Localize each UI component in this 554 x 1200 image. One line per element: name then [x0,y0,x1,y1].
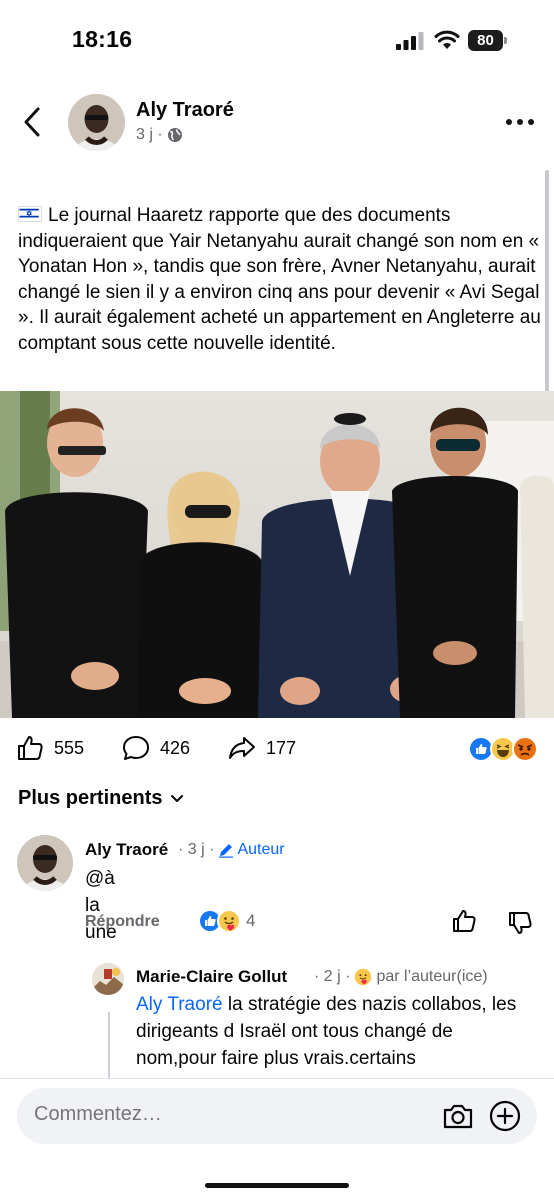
pencil-icon [219,844,234,858]
comment-time: · 3 j · [178,841,215,858]
more-options-icon[interactable] [505,117,535,127]
reply-thread-line [108,1012,110,1082]
commenter-name[interactable]: Aly Traoré [85,840,168,860]
comment-reactions[interactable]: 4 [198,909,255,933]
care-reaction-icon [217,909,241,933]
replier-name[interactable]: Marie-Claire Gollut [136,967,287,987]
author-avatar[interactable] [68,94,125,151]
comment-text: @à la une [85,868,117,943]
comment-button[interactable]: 426 [122,734,190,762]
reacted-by-author-label: par l’auteur(ice) [376,968,488,985]
comment-input[interactable] [34,1103,414,1126]
like-button[interactable]: 555 [16,734,84,762]
reply-meta: · 2 j · par l’auteur(ice) [314,968,488,986]
add-circle-icon[interactable] [489,1100,521,1132]
comment-count: 426 [160,737,191,758]
cellular-signal-icon [396,32,424,50]
camera-icon[interactable] [442,1101,474,1131]
post-time: 3 j · [136,126,163,143]
post-photo-image [0,391,554,718]
author-badge: Auteur [218,841,285,859]
thumbs-up-icon [18,736,43,760]
post-actions: 555 426 177 [0,728,554,772]
battery-icon: 80 [468,30,508,51]
share-count: 177 [266,737,297,758]
israel-flag-icon [18,206,42,222]
globe-icon [167,128,182,142]
post-text: Le journal Haaretz rapporte que des docu… [18,203,543,356]
status-bar: 18:16 80 [0,0,554,80]
replier-avatar[interactable] [92,963,124,995]
like-count: 555 [54,737,85,758]
comment-sort-dropdown[interactable]: Plus pertinents [18,787,184,810]
post-photo[interactable] [0,391,554,718]
post-body: Le journal Haaretz rapporte que des docu… [18,205,541,354]
comment-composer[interactable] [17,1088,537,1144]
author-badge-label: Auteur [237,841,285,858]
thumbs-up-icon[interactable] [451,908,477,934]
scrollbar[interactable] [545,170,549,400]
care-reaction-icon [355,968,372,986]
mention-link[interactable]: Aly Traoré [136,994,223,1015]
thumbs-down-icon[interactable] [507,910,533,936]
wifi-icon [434,30,460,49]
reply-text: Aly Traoré la stratégie des nazis collab… [136,991,536,1072]
share-button[interactable]: 177 [228,734,296,762]
angry-reaction-icon [512,736,538,762]
post-meta: 3 j · [136,126,183,144]
comment-bubble-icon [123,736,149,760]
reply-button[interactable]: Répondre [85,913,160,931]
post-header: Aly Traoré 3 j · [0,85,554,165]
share-arrow-icon [229,737,255,759]
status-time: 18:16 [72,26,133,52]
reply-time: · 2 j · [314,968,351,985]
chevron-down-icon [171,794,184,802]
battery-level: 80 [468,30,503,51]
comment-meta: · 3 j · Auteur [178,841,285,859]
back-arrow-icon[interactable] [20,105,46,139]
comment-reaction-count: 4 [246,911,256,930]
home-indicator [205,1183,349,1188]
author-name[interactable]: Aly Traoré [136,99,234,122]
commenter-avatar[interactable] [17,835,73,891]
sort-label: Plus pertinents [18,787,163,809]
reaction-summary[interactable] [468,736,540,762]
